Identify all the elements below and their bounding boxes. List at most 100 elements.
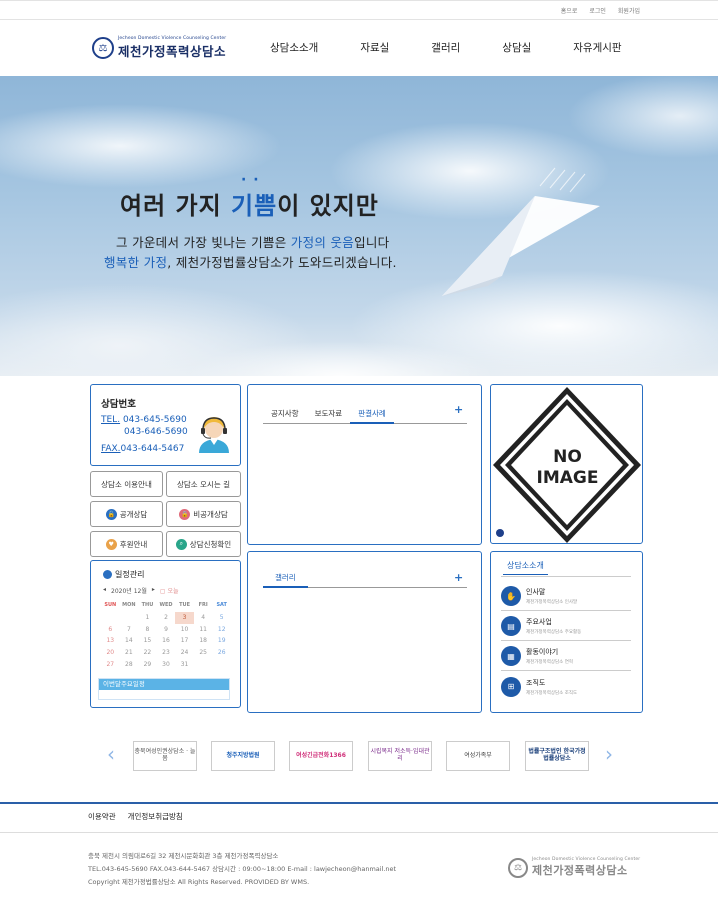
calendar-grid: SUN MON THU WED TUE FRI SAT 1 2 3 4 5 6 7 8 9 10 1… — [101, 600, 231, 671]
home-link[interactable]: 홈으로 — [561, 6, 578, 15]
paper-plane-icon — [442, 167, 600, 296]
calendar-week: 12345 — [101, 611, 231, 624]
lock-open-icon: 🔓 — [105, 508, 117, 520]
intro-item-org[interactable]: ⊞ 조직도 제천가정폭력상담소 조직도 — [501, 672, 631, 701]
banner-next-icon[interactable]: › — [605, 742, 613, 766]
calendar-day[interactable]: 27 — [101, 659, 120, 671]
tab-notice[interactable]: 공지사항 — [263, 407, 307, 424]
contact-tel2: 043-646-5690 — [124, 427, 188, 437]
calendar-week: 20 21 22 23 24 25 26 — [101, 647, 231, 659]
calendar-day[interactable]: 22 — [138, 647, 157, 659]
hero-banner: 여러 가지 기쁨이 있지만 그 가운데서 가장 빛나는 기쁨은 가정의 웃음입니… — [0, 76, 718, 376]
calendar-week: 6 7 8 9 10 11 12 — [101, 624, 231, 636]
banner-1366[interactable]: 여성긴급전화1366 — [289, 741, 353, 771]
calendar-day[interactable]: 28 — [120, 659, 139, 671]
calendar-day[interactable]: 20 — [101, 647, 120, 659]
contact-tel: TEL. 043-645-5690 — [101, 415, 187, 425]
calendar-day[interactable]: 3 — [175, 611, 194, 624]
intro-item-business[interactable]: ▤ 주요사업 제천가정폭력상담소 주요활동 — [501, 612, 631, 641]
calendar-day[interactable]: 2 — [157, 612, 176, 624]
calendar-week: 27 28 29 30 31 — [101, 659, 231, 671]
calendar-day[interactable]: 31 — [175, 659, 194, 671]
slider-dot[interactable] — [496, 529, 504, 537]
next-month-button[interactable]: ▸ — [152, 586, 155, 595]
banner-court[interactable]: 청주지방법원 — [211, 741, 275, 771]
banner-mogef[interactable]: 여성가족부 — [446, 741, 510, 771]
banner-nulbom[interactable]: 충북여성인권상담소 · 늘봄 — [133, 741, 197, 771]
tab-press[interactable]: 보도자료 — [307, 407, 351, 424]
intro-item-greeting[interactable]: ✋ 인사말 제천가정폭력상담소 인사말 — [501, 582, 631, 611]
prev-month-button[interactable]: ◂ — [103, 586, 106, 595]
calendar-day[interactable]: 9 — [157, 624, 176, 636]
banner-prev-icon[interactable]: ‹ — [107, 742, 115, 766]
calendar-day[interactable]: 4 — [194, 612, 213, 624]
main-nav: 상담소소개 자료실 갤러리 상담실 자유게시판 — [270, 40, 664, 55]
org-chart-icon: ⊞ — [501, 676, 521, 697]
calendar-day[interactable]: 15 — [138, 635, 157, 647]
banner-legal-aid[interactable]: 법률구조법인 한국가정법률상담소 — [525, 741, 589, 771]
calendar-day[interactable]: 21 — [120, 647, 139, 659]
signup-link[interactable]: 회원가입 — [618, 6, 640, 15]
nav-item-about[interactable]: 상담소소개 — [270, 40, 318, 55]
calendar-day — [101, 612, 120, 624]
calendar-day[interactable]: 10 — [175, 624, 194, 636]
private-counseling-button[interactable]: 🔒 비공개상담 — [166, 501, 241, 527]
terms-link[interactable]: 이용약관 — [88, 811, 116, 822]
nav-item-counseling[interactable]: 상담실 — [502, 40, 531, 55]
sponsor-button[interactable]: ♥ 후원안내 — [90, 531, 163, 557]
privacy-link[interactable]: 개인정보취급방침 — [128, 811, 183, 822]
logo-emblem-icon: ⚖ — [92, 37, 114, 59]
calendar-day[interactable]: 12 — [212, 624, 231, 636]
check-application-button[interactable]: ⌕ 상담신청확인 — [166, 531, 241, 557]
footer-logo: ⚖ Jecheon Domestic Violence Counseling C… — [508, 857, 640, 878]
calendar-day[interactable]: 30 — [157, 659, 176, 671]
calendar-day[interactable]: 19 — [212, 635, 231, 647]
calendar-day[interactable]: 23 — [157, 647, 176, 659]
calendar-day[interactable]: 25 — [194, 647, 213, 659]
no-image-text-2: IMAGE — [536, 468, 599, 488]
gallery-more-button[interactable]: + — [454, 571, 463, 584]
contact-box: 상담번호 TEL. 043-645-5690 043-646-5690 FAX.… — [90, 384, 241, 466]
calendar-day[interactable]: 13 — [101, 635, 120, 647]
footer-copyright: Copyright 제천가정법률상담소 All Rights Reserved.… — [88, 878, 310, 886]
footer-info: 충북 제천시 의림대로6길 32 제천시문화회관 3층 제천가정폭력상담소 TE… — [88, 850, 396, 889]
monthly-schedule: 이번달주요일정 — [98, 678, 230, 700]
today-button[interactable]: ▢ 오늘 — [160, 586, 179, 595]
calendar-day[interactable]: 16 — [157, 635, 176, 647]
calendar-weekdays: SUN MON THU WED TUE FRI SAT — [104, 602, 227, 608]
calendar-day[interactable]: 18 — [194, 635, 213, 647]
notice-tabs: 공지사항 보도자료 판결사례 — [263, 407, 467, 424]
contact-title: 상담번호 — [101, 399, 136, 410]
calendar-day[interactable]: 11 — [194, 624, 213, 636]
calendar-day[interactable]: 5 — [212, 612, 231, 624]
banner-welfare[interactable]: 시립복지 저소득·임대관리 — [368, 741, 432, 771]
calendar-day[interactable]: 14 — [120, 635, 139, 647]
calendar-day[interactable]: 1 — [138, 612, 157, 624]
intro-item-activity[interactable]: ▦ 활동이야기 제천가정폭력상담소 연혁 — [501, 642, 631, 671]
calendar-day[interactable]: 26 — [212, 647, 231, 659]
nav-item-board[interactable]: 자유게시판 — [573, 40, 621, 55]
gallery-title[interactable]: 갤러리 — [263, 571, 308, 588]
document-icon: ▤ — [501, 616, 521, 636]
site-logo[interactable]: ⚖ Jecheon Domestic Violence Counseling C… — [92, 36, 226, 60]
nav-item-library[interactable]: 자료실 — [360, 40, 389, 55]
calendar-day[interactable]: 24 — [175, 647, 194, 659]
notice-more-button[interactable]: + — [454, 403, 463, 416]
nav-item-gallery[interactable]: 갤러리 — [431, 40, 460, 55]
hero-title: 여러 가지 기쁨이 있지만 — [120, 186, 379, 221]
calendar-day[interactable]: 29 — [138, 659, 157, 671]
directions-button[interactable]: 상담소 오시는 길 — [166, 471, 241, 497]
calendar-day[interactable]: 17 — [175, 635, 194, 647]
calendar-day[interactable]: 8 — [138, 624, 157, 636]
top-links: 홈으로 로그인 회원가입 — [561, 6, 640, 15]
guide-button[interactable]: 상담소 이용안내 — [90, 471, 163, 497]
gallery-board: 갤러리 + — [247, 551, 482, 713]
calendar-day[interactable]: 6 — [101, 624, 120, 636]
login-link[interactable]: 로그인 — [589, 6, 606, 15]
featured-image-slider: NO IMAGE — [490, 384, 643, 544]
footer-emblem-icon: ⚖ — [508, 857, 528, 878]
public-counseling-button[interactable]: 🔓 공개상담 — [90, 501, 163, 527]
tab-rulings[interactable]: 판결사례 — [350, 407, 394, 424]
footer-contact: TEL.043-645-5690 FAX.043-644-5467 상담시간 :… — [88, 865, 397, 873]
calendar-day[interactable]: 7 — [120, 624, 139, 636]
